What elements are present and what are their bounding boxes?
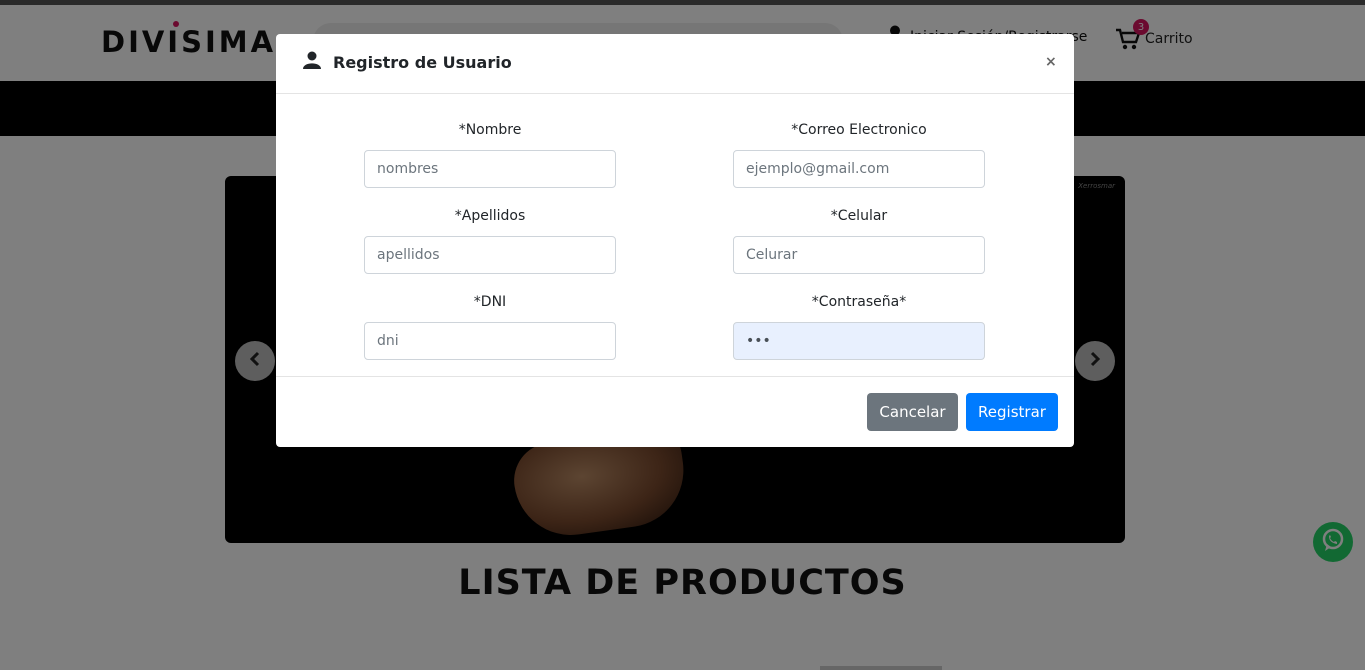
cancel-button[interactable]: Cancelar [867, 393, 958, 431]
dni-label: *DNI [473, 294, 507, 310]
field-nombre: *Nombre [364, 120, 616, 188]
close-icon[interactable]: × [1045, 54, 1057, 70]
modal-footer: Cancelar Registrar [276, 376, 1074, 447]
field-dni: *DNI [364, 292, 616, 360]
nombre-label: *Nombre [458, 122, 522, 138]
celular-input[interactable] [733, 236, 985, 274]
nombre-input[interactable] [364, 150, 616, 188]
field-contrasena: *Contraseña* [733, 292, 985, 360]
modal-title-wrap: Registro de Usuario [303, 51, 512, 73]
modal-body: *Nombre *Correo Electronico *Apellidos *… [276, 94, 1074, 377]
modal-title: Registro de Usuario [333, 52, 512, 72]
field-apellidos: *Apellidos [364, 206, 616, 274]
celular-label: *Celular [830, 208, 888, 224]
modal-header: Registro de Usuario × [276, 34, 1074, 94]
field-correo: *Correo Electronico [733, 120, 985, 188]
apellidos-input[interactable] [364, 236, 616, 274]
user-icon [303, 51, 321, 73]
apellidos-label: *Apellidos [454, 208, 526, 224]
register-modal: Registro de Usuario × *Nombre *Correo El… [276, 34, 1074, 447]
contrasena-label: *Contraseña* [811, 294, 907, 310]
correo-input[interactable] [733, 150, 985, 188]
dni-input[interactable] [364, 322, 616, 360]
register-button[interactable]: Registrar [966, 393, 1058, 431]
correo-label: *Correo Electronico [791, 122, 927, 138]
password-input[interactable] [733, 322, 985, 360]
field-celular: *Celular [733, 206, 985, 274]
